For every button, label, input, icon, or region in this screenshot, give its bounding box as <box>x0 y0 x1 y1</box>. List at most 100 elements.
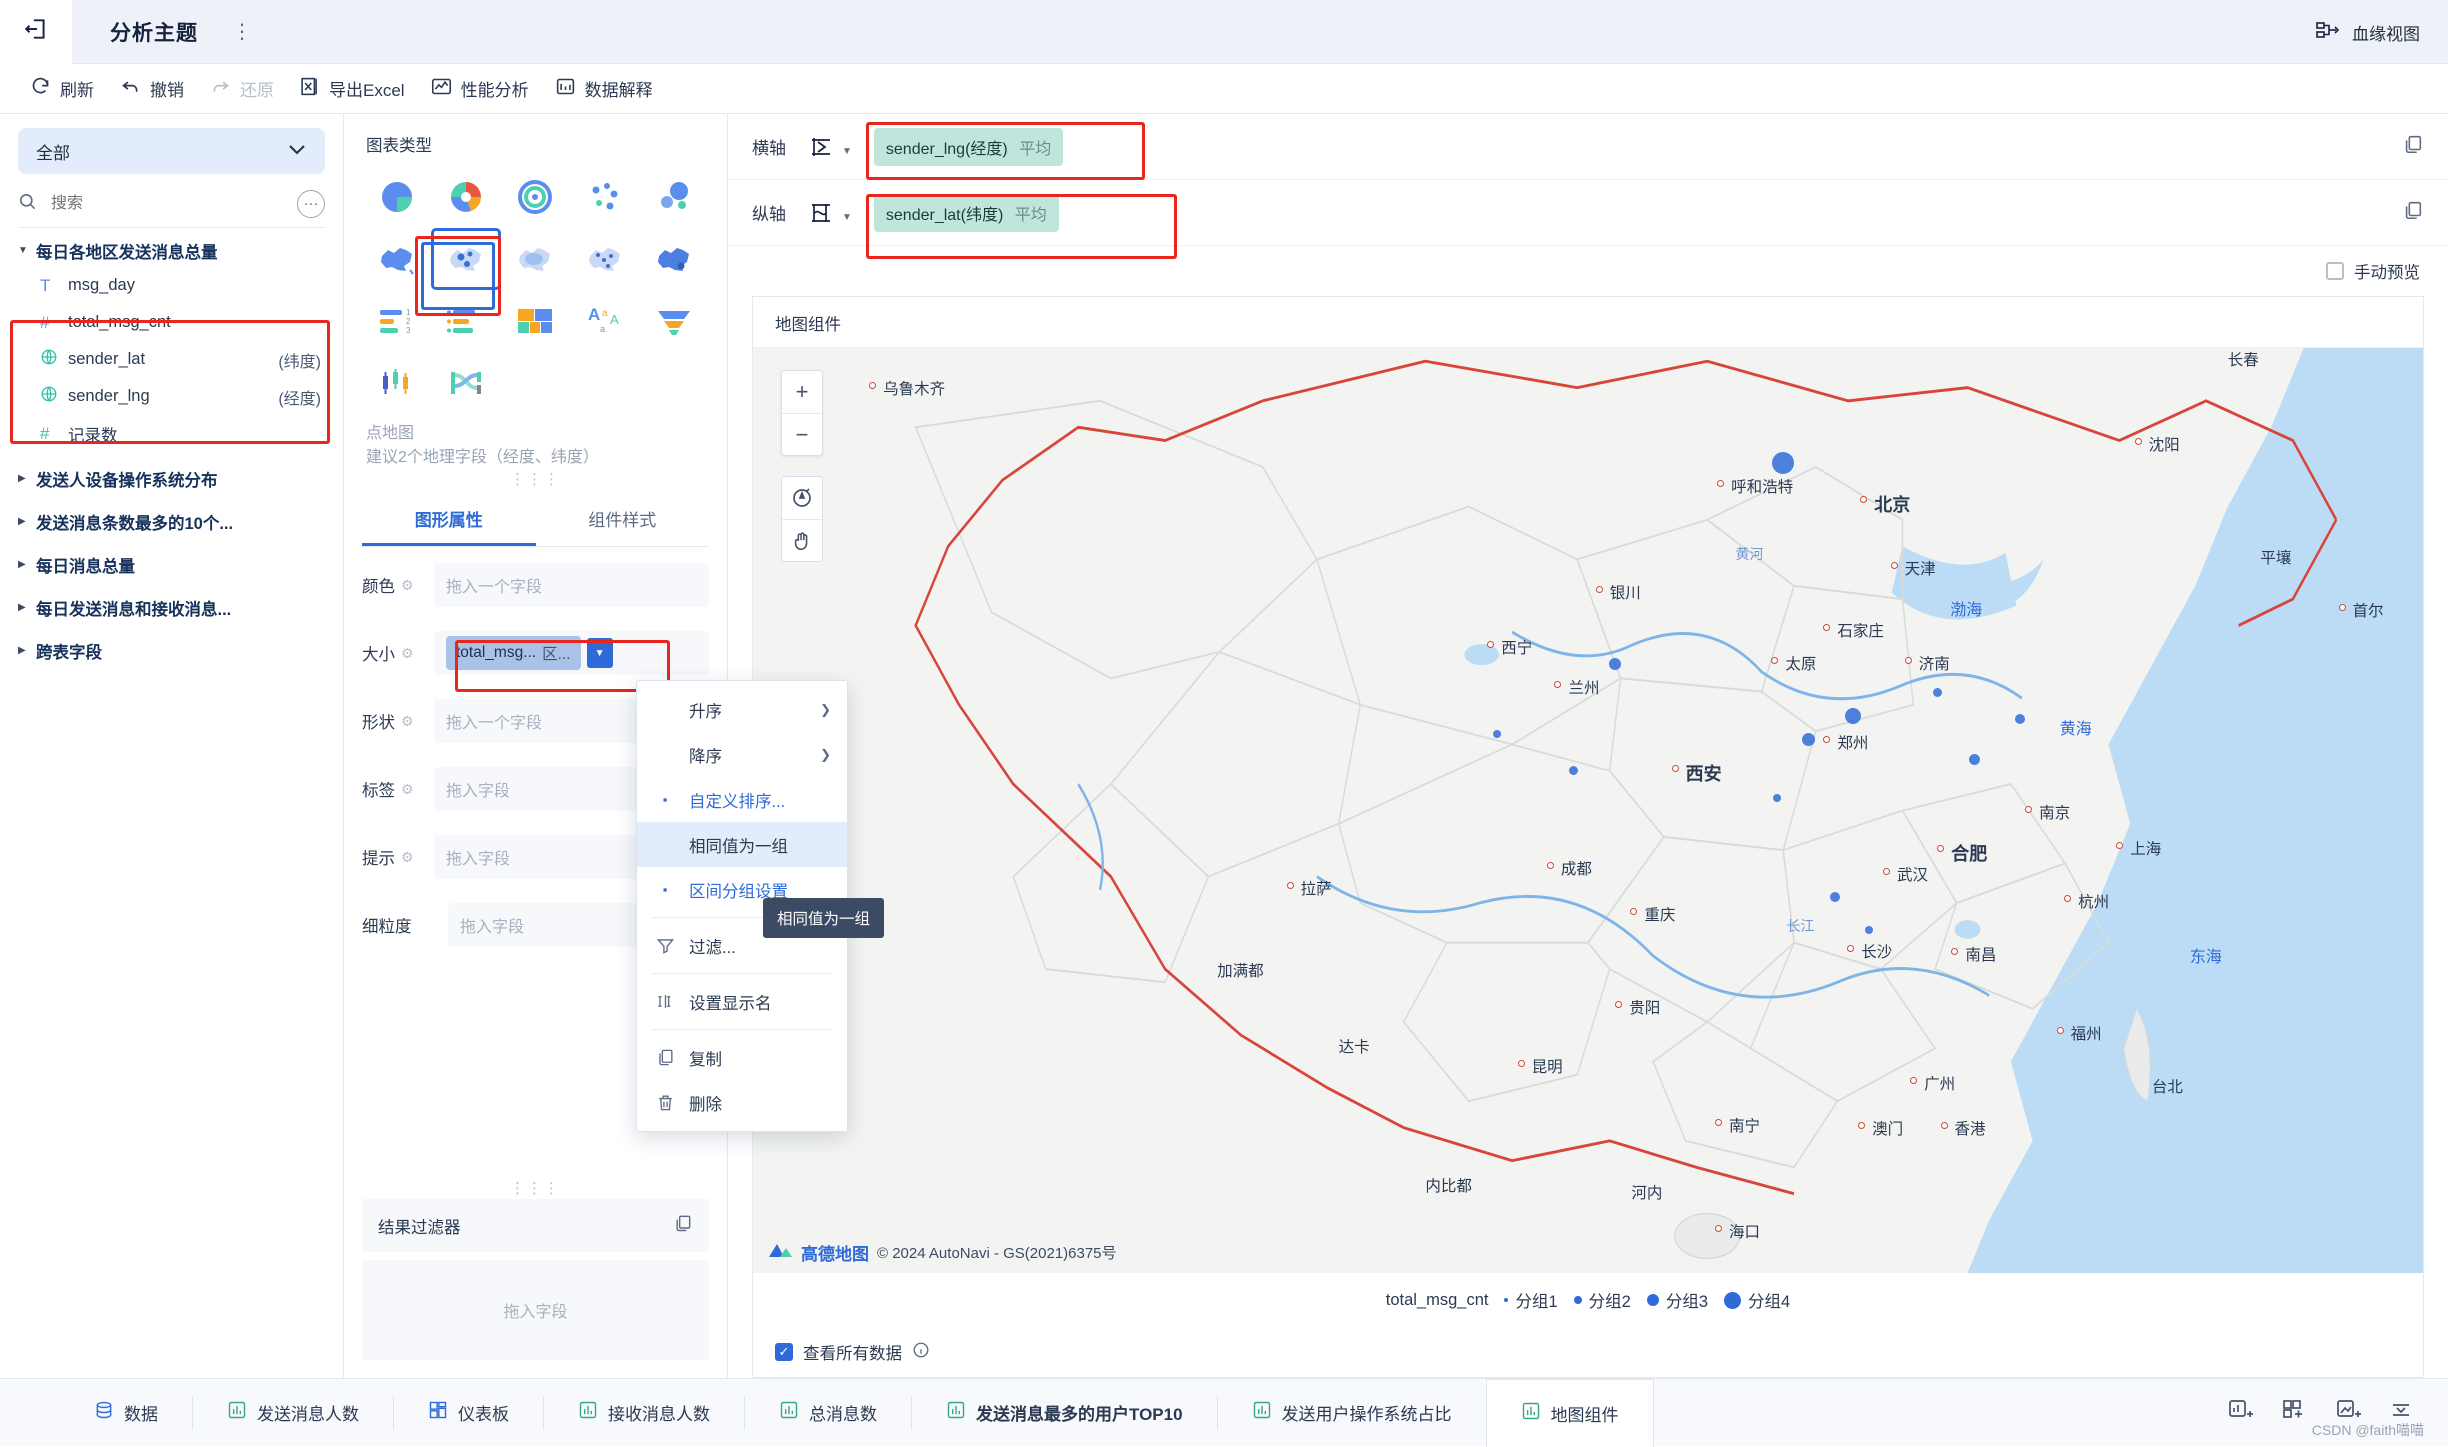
bottom-tab-top10-users[interactable]: 发送消息最多的用户TOP10 <box>911 1395 1217 1430</box>
chart-icon-pie[interactable] <box>362 166 431 228</box>
data-point[interactable] <box>1969 754 1980 765</box>
add-dashboard-icon[interactable] <box>2282 1398 2308 1427</box>
refresh-button[interactable]: 刷新 <box>22 70 112 108</box>
view-all-data-checkbox[interactable]: ✓ <box>775 1343 793 1361</box>
zoom-in-button[interactable]: + <box>782 371 822 413</box>
data-point[interactable] <box>1933 688 1942 697</box>
chart-icon-treemap[interactable] <box>501 290 570 352</box>
bottom-tab-data[interactable]: 数据 <box>60 1396 192 1430</box>
ctx-sort-asc[interactable]: 升序 ❯ <box>637 687 847 732</box>
ctx-custom-sort[interactable]: ▪ 自定义排序... <box>637 777 847 822</box>
field-sender-lng[interactable]: sender_lng (经度) <box>18 378 325 415</box>
search-input[interactable] <box>49 193 297 214</box>
data-point[interactable] <box>1845 708 1861 724</box>
map-canvas[interactable]: + − 高德地图 © 2024 AutoNavi - GS(2021)6375号… <box>753 347 2423 1273</box>
kebab-menu-icon[interactable]: ⋮ <box>232 22 252 42</box>
gear-icon[interactable]: ⚙ <box>401 781 414 798</box>
chart-icon-flow-map[interactable] <box>640 228 709 290</box>
ctx-delete[interactable]: 删除 <box>637 1080 847 1125</box>
bottom-tab-map-component[interactable]: 地图组件 <box>1485 1378 1654 1447</box>
data-point[interactable] <box>1773 794 1781 802</box>
info-icon[interactable] <box>912 1341 930 1364</box>
tree-group-5[interactable]: ▶ 跨表字段 <box>18 634 325 667</box>
export-excel-button[interactable]: 导出Excel <box>292 70 423 108</box>
copy-icon[interactable] <box>673 1213 693 1238</box>
field-record-count[interactable]: # 记录数 <box>18 415 325 452</box>
chart-icon-bubble[interactable] <box>640 166 709 228</box>
data-point[interactable] <box>1772 452 1794 474</box>
tree-group-1[interactable]: ▶ 发送人设备操作系统分布 <box>18 462 325 495</box>
x-axis-dropdown-icon[interactable]: ▼ <box>842 146 852 157</box>
data-point[interactable] <box>1493 730 1501 738</box>
shelf-dropzone-size[interactable]: total_msg... 区... ▼ <box>434 631 709 675</box>
data-point[interactable] <box>1830 892 1840 902</box>
data-point[interactable] <box>2015 714 2025 724</box>
performance-button[interactable]: 性能分析 <box>423 70 547 108</box>
result-filter-dropzone[interactable]: 拖入字段 <box>362 1260 709 1360</box>
hand-icon[interactable] <box>782 519 822 561</box>
gear-icon[interactable]: ⚙ <box>401 645 414 662</box>
field-sender-lat[interactable]: sender_lat (纬度) <box>18 341 325 378</box>
chart-icon-word-cloud[interactable]: AaAa <box>570 290 639 352</box>
bottom-tab-sent-users[interactable]: 发送消息人数 <box>192 1395 393 1430</box>
redo-button[interactable]: 还原 <box>202 70 292 108</box>
dataset-selector[interactable]: 全部 <box>18 128 325 174</box>
tab-graphic-properties[interactable]: 图形属性 <box>362 494 536 546</box>
chart-icon-sankey[interactable] <box>431 352 500 414</box>
rotate-icon[interactable] <box>782 477 822 519</box>
gear-icon[interactable]: ⚙ <box>401 577 414 594</box>
back-button[interactable] <box>0 0 72 64</box>
ctx-group-same-value[interactable]: 相同值为一组 <box>637 822 847 867</box>
chart-icon-radial[interactable] <box>501 166 570 228</box>
gear-icon[interactable]: ⚙ <box>401 713 414 730</box>
tree-group-4[interactable]: ▶ 每日发送消息和接收消息... <box>18 591 325 624</box>
data-point[interactable] <box>1609 658 1621 670</box>
chart-icon-list[interactable] <box>431 290 500 352</box>
copy-icon[interactable] <box>2402 199 2424 227</box>
field-total-msg-cnt[interactable]: # total_msg_cnt <box>18 304 325 341</box>
chart-icon-scatter-map[interactable] <box>570 228 639 290</box>
bottom-tab-os-ratio[interactable]: 发送用户操作系统占比 <box>1216 1395 1486 1430</box>
shelf-dropzone-color[interactable]: 拖入一个字段 <box>434 563 709 607</box>
y-axis-dropdown-icon[interactable]: ▼ <box>842 212 852 223</box>
ctx-sort-desc[interactable]: 降序 ❯ <box>637 732 847 777</box>
chart-icon-heat-map[interactable] <box>501 228 570 290</box>
chart-icon-scatter[interactable] <box>570 166 639 228</box>
ctx-copy[interactable]: 复制 <box>637 1035 847 1080</box>
chart-icon-point-map[interactable] <box>431 228 501 290</box>
manual-preview-checkbox[interactable] <box>2326 262 2344 280</box>
chart-icon-donut[interactable] <box>431 166 500 228</box>
tree-group-3[interactable]: ▶ 每日消息总量 <box>18 548 325 581</box>
lineage-view-button[interactable]: 血缘视图 <box>2316 0 2420 64</box>
ctx-set-display-name[interactable]: 设置显示名 <box>637 979 847 1024</box>
gear-icon[interactable]: ⚙ <box>401 849 414 866</box>
field-pill-dropdown-button[interactable]: ▼ <box>586 638 613 668</box>
chart-icon-candlestick[interactable] <box>362 352 431 414</box>
bottom-tab-dashboard[interactable]: 仪表板 <box>393 1395 543 1430</box>
field-msg-day[interactable]: T msg_day <box>18 267 325 304</box>
bottom-tab-received-users[interactable]: 接收消息人数 <box>543 1395 744 1430</box>
tree-group-0[interactable]: ▼ 每日各地区发送消息总量 <box>18 234 325 267</box>
chart-icon-funnel[interactable] <box>640 290 709 352</box>
tree-group-2[interactable]: ▶ 发送消息条数最多的10个... <box>18 505 325 538</box>
x-axis-dropzone[interactable]: sender_lng(经度) 平均 <box>852 114 2448 180</box>
data-point[interactable] <box>1865 926 1873 934</box>
chart-icon-ranking-bar[interactable]: 123 <box>362 290 431 352</box>
field-pill-total-msg-cnt[interactable]: total_msg... 区... <box>446 636 581 670</box>
undo-button[interactable]: 撤销 <box>112 70 202 108</box>
copy-icon[interactable] <box>2402 133 2424 161</box>
chart-icon-china-map[interactable] <box>362 228 431 290</box>
y-axis-field-pill[interactable]: sender_lat(纬度) 平均 <box>873 193 1059 232</box>
zoom-out-button[interactable]: − <box>782 413 822 455</box>
result-filter-handle[interactable]: ⋮⋮⋮ <box>362 1181 709 1196</box>
panel-resize-handle[interactable]: ⋮⋮⋮ <box>344 472 727 487</box>
data-point[interactable] <box>1802 733 1815 746</box>
more-options-icon[interactable]: ··· <box>297 189 325 218</box>
x-axis-field-pill[interactable]: sender_lng(经度) 平均 <box>873 127 1064 166</box>
data-explain-button[interactable]: 数据解释 <box>547 70 671 108</box>
y-axis-dropzone[interactable]: sender_lat(纬度) 平均 <box>852 180 2448 246</box>
add-chart-icon[interactable] <box>2228 1398 2254 1427</box>
tab-component-style[interactable]: 组件样式 <box>536 494 710 546</box>
bottom-tab-total-messages[interactable]: 总消息数 <box>744 1395 911 1430</box>
data-point[interactable] <box>1569 766 1578 775</box>
